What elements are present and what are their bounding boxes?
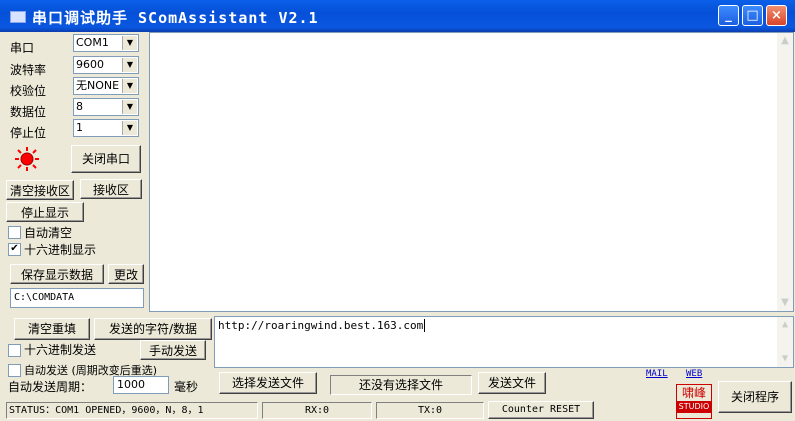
- save-path-field[interactable]: C:\COMDATA: [10, 288, 144, 308]
- chevron-down-icon[interactable]: ▼: [122, 121, 137, 135]
- stop-display-button[interactable]: 停止显示: [6, 202, 84, 222]
- auto-period-unit: 毫秒: [174, 380, 199, 394]
- receive-area-button[interactable]: 接收区: [80, 179, 142, 199]
- status-main: STATUS：COM1 OPENED，9600，N，8，1: [6, 402, 258, 419]
- auto-clear-label: 自动清空: [24, 226, 73, 240]
- port-status-indicator-icon: [15, 147, 39, 171]
- window-title: 串口调试助手 SComAssistant V2.1: [32, 9, 319, 27]
- manual-send-button[interactable]: 手动发送: [140, 340, 206, 360]
- web-link[interactable]: WEB: [686, 369, 702, 379]
- chevron-down-icon[interactable]: ▼: [122, 79, 137, 93]
- chevron-down-icon[interactable]: ▼: [122, 58, 137, 72]
- app-window: 串口调试助手 SComAssistant V2.1 _ □ × 串口 COM1 …: [0, 0, 795, 421]
- scroll-down-icon[interactable]: ▼: [777, 351, 793, 367]
- clear-resend-button[interactable]: 清空重填: [14, 318, 90, 340]
- logo-text: 啸峰: [681, 386, 706, 400]
- close-program-button[interactable]: 关闭程序: [718, 381, 792, 413]
- mail-link[interactable]: MAIL: [646, 369, 668, 379]
- baud-select[interactable]: 9600 ▼: [73, 56, 139, 74]
- maximize-icon: □: [746, 8, 759, 23]
- minimize-icon: _: [725, 8, 732, 23]
- receive-textarea[interactable]: ▲ ▼: [149, 32, 794, 312]
- hex-display-label: 十六进制显示: [24, 243, 97, 257]
- minimize-button[interactable]: _: [718, 5, 739, 26]
- close-icon: ×: [771, 8, 782, 23]
- choose-file-button[interactable]: 选择发送文件: [219, 372, 317, 394]
- stopbits-label: 停止位: [10, 126, 47, 140]
- app-icon: [10, 11, 26, 23]
- check-icon: ✔: [10, 243, 19, 254]
- hex-display-checkbox[interactable]: ✔: [8, 243, 21, 256]
- port-value: COM1: [76, 36, 109, 49]
- parity-label: 校验位: [10, 84, 47, 98]
- text-cursor: [424, 319, 426, 332]
- hex-send-label: 十六进制发送: [24, 343, 97, 357]
- auto-period-field[interactable]: 1000: [113, 376, 169, 394]
- send-text: http://roaringwind.best.163.com: [218, 319, 424, 332]
- chevron-down-icon[interactable]: ▼: [122, 36, 137, 50]
- scroll-down-icon[interactable]: ▼: [777, 295, 793, 311]
- close-port-button[interactable]: 关闭串口: [71, 145, 141, 173]
- scroll-up-icon[interactable]: ▲: [777, 317, 793, 333]
- auto-clear-checkbox[interactable]: [8, 226, 21, 239]
- databits-label: 数据位: [10, 105, 47, 119]
- databits-value: 8: [76, 100, 83, 113]
- counter-reset-button[interactable]: Counter RESET: [488, 401, 594, 419]
- scroll-up-icon[interactable]: ▲: [777, 33, 793, 49]
- parity-value: 无NONE: [76, 79, 120, 92]
- change-path-button[interactable]: 更改: [108, 264, 144, 284]
- save-display-button[interactable]: 保存显示数据: [10, 264, 104, 284]
- port-label: 串口: [10, 41, 35, 55]
- receive-scrollbar[interactable]: ▲ ▼: [777, 33, 793, 311]
- send-chars-button[interactable]: 发送的字符/数据: [94, 318, 212, 340]
- clear-receive-button[interactable]: 清空接收区: [6, 180, 74, 200]
- send-file-button[interactable]: 发送文件: [478, 372, 546, 394]
- studio-logo: 啸峰 STUDIO: [676, 384, 712, 419]
- close-window-button[interactable]: ×: [766, 5, 787, 26]
- baud-value: 9600: [76, 58, 104, 71]
- port-select[interactable]: COM1 ▼: [73, 34, 139, 52]
- file-status-text: 还没有选择文件: [330, 375, 472, 395]
- status-tx: TX:0: [376, 402, 484, 419]
- databits-select[interactable]: 8 ▼: [73, 98, 139, 116]
- hex-send-checkbox[interactable]: [8, 344, 21, 357]
- send-scrollbar[interactable]: ▲ ▼: [777, 317, 793, 367]
- stopbits-value: 1: [76, 121, 83, 134]
- auto-send-checkbox[interactable]: [8, 364, 21, 377]
- settings-panel: 串口 COM1 ▼ 波特率 9600 ▼ 校验位 无NONE ▼ 数据位 8 ▼…: [4, 32, 146, 312]
- auto-period-label: 自动发送周期：: [8, 380, 93, 394]
- status-rx: RX:0: [262, 402, 372, 419]
- parity-select[interactable]: 无NONE ▼: [73, 77, 139, 95]
- send-textarea[interactable]: http://roaringwind.best.163.com ▲ ▼: [214, 316, 794, 368]
- maximize-button[interactable]: □: [742, 5, 763, 26]
- stopbits-select[interactable]: 1 ▼: [73, 119, 139, 137]
- title-bar[interactable]: 串口调试助手 SComAssistant V2.1 _ □ ×: [0, 0, 795, 32]
- baud-label: 波特率: [10, 63, 47, 77]
- logo-studio-text: STUDIO: [677, 401, 711, 413]
- chevron-down-icon[interactable]: ▼: [122, 100, 137, 114]
